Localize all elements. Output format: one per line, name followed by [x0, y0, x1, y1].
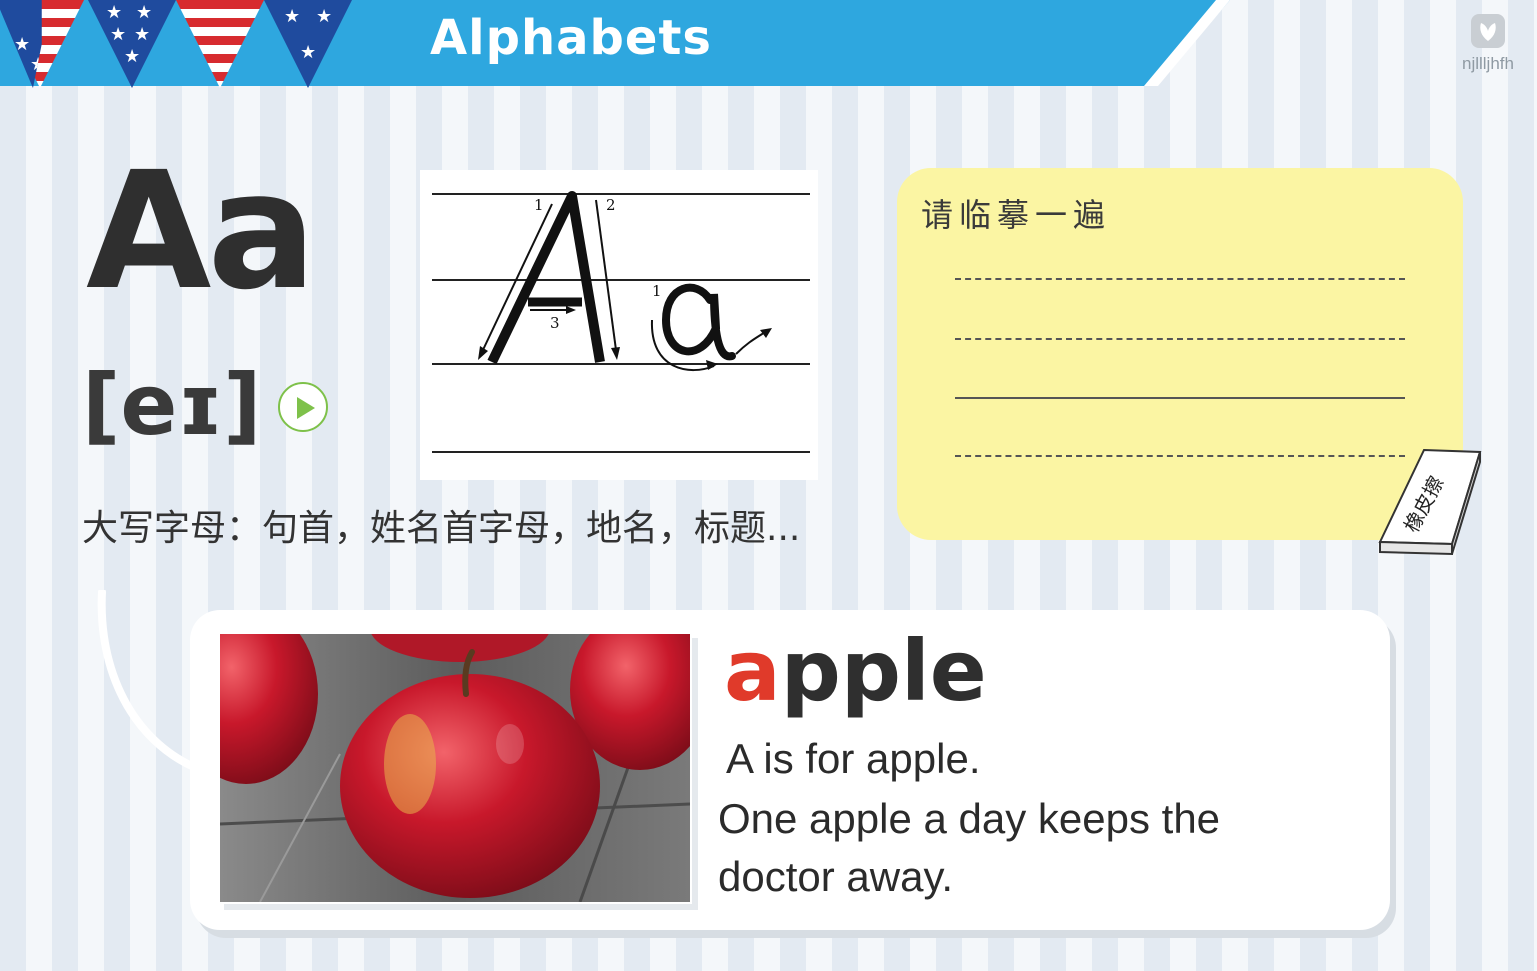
vocabulary-word: apple	[724, 616, 987, 726]
star-icon: ★	[316, 6, 333, 27]
star-icon: ★	[134, 24, 151, 45]
stroke-number: 1	[652, 282, 662, 300]
star-icon: ★	[300, 42, 317, 63]
brand-logo: njllljhfh	[1455, 14, 1521, 74]
note-title: 请临摹一遍	[921, 196, 1112, 234]
phonetic-transcription: [eɪ]	[82, 356, 262, 454]
apple-photo	[218, 632, 692, 904]
word-card: apple A is for apple. One apple a day ke…	[190, 610, 1390, 930]
hanging-string-decoration	[97, 590, 200, 772]
letter-display: Aa	[86, 138, 317, 326]
eraser-icon: 橡皮擦	[1378, 448, 1482, 556]
word-highlight-letter: a	[724, 622, 781, 720]
guide-line-dashed	[955, 338, 1405, 340]
guide-line-dashed	[955, 455, 1405, 457]
capital-usage-note: 大写字母：句首，姓名首字母，地名，标题...	[82, 508, 801, 549]
star-icon: ★	[106, 2, 123, 23]
star-icon: ★	[136, 2, 153, 23]
logo-label: njllljhfh	[1462, 54, 1514, 73]
guide-line-solid	[955, 397, 1405, 399]
play-icon	[297, 397, 315, 419]
play-audio-button[interactable]	[278, 382, 328, 432]
handwriting-guide: 1 2 3 1	[420, 170, 818, 480]
star-icon: ★	[124, 46, 141, 67]
stroke-number: 2	[606, 196, 616, 214]
logo-icon	[1471, 14, 1505, 48]
example-sentence: A is for apple.	[726, 735, 981, 782]
eraser-button[interactable]: 橡皮擦	[1378, 448, 1482, 556]
header-banner: ★ ★ ★ ★ ★ ★ ★ ★ ★ ★ Alphabets njllljhfh	[0, 0, 1537, 88]
page-title: Alphabets	[430, 10, 712, 66]
handwriting-diagram: 1 2 3 1	[432, 191, 810, 453]
star-icon: ★	[284, 6, 301, 27]
guide-line-dashed	[955, 278, 1405, 280]
header-stripe-decoration	[1144, 0, 1230, 86]
stroke-number: 1	[534, 196, 544, 214]
word-rest: pple	[780, 622, 987, 720]
star-icon: ★	[110, 24, 127, 45]
stroke-number: 3	[550, 314, 560, 332]
proverb-sentence: One apple a day keeps the doctor away.	[718, 795, 1221, 900]
